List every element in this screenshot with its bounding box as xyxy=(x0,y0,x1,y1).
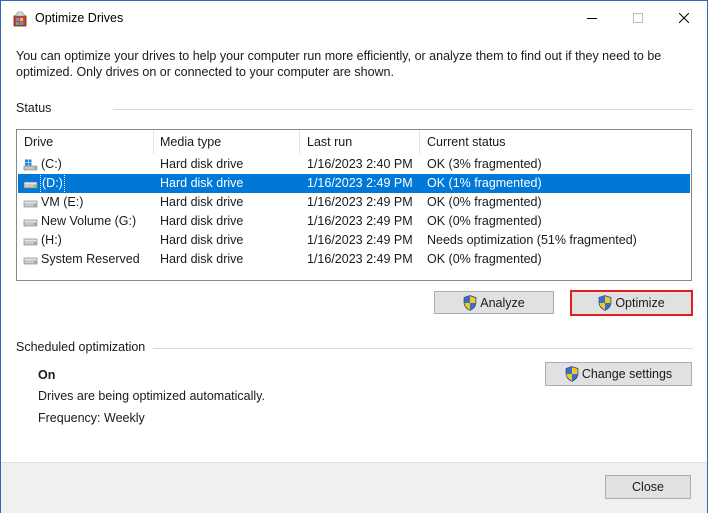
drive-cell: (D:) xyxy=(23,173,65,194)
uac-shield-icon xyxy=(565,366,579,382)
scheduled-divider xyxy=(153,348,693,349)
media-type-cell: Hard disk drive xyxy=(160,157,244,171)
drive-name: New Volume (G:) xyxy=(41,214,137,228)
change-settings-label: Change settings xyxy=(581,367,673,381)
maximize-icon xyxy=(633,13,643,23)
drive-name: System Reserved xyxy=(41,252,140,266)
column-header-drive[interactable]: Drive xyxy=(17,130,153,154)
dialog-footer: Close xyxy=(1,462,707,513)
minimize-icon xyxy=(587,18,597,19)
current-status-cell: OK (3% fragmented) xyxy=(427,157,542,171)
hard-drive-icon xyxy=(23,257,38,264)
hard-drive-icon xyxy=(23,219,38,226)
hard-drive-icon xyxy=(23,200,38,207)
current-status-cell: OK (0% fragmented) xyxy=(427,214,542,228)
drive-cell: (H:) xyxy=(23,231,62,250)
drive-row[interactable]: (H:) Hard disk drive 1/16/2023 2:49 PM Need… xyxy=(18,231,690,250)
drive-row[interactable]: (D:) Hard disk drive 1/16/2023 2:49 PM OK (… xyxy=(18,173,690,194)
minimize-button[interactable] xyxy=(569,1,615,35)
last-run-cell: 1/16/2023 2:49 PM xyxy=(307,233,413,247)
optimize-button-label: Optimize xyxy=(615,296,665,310)
intro-description: You can optimize your drives to help you… xyxy=(16,49,662,79)
schedule-description: Drives are being optimized automatically… xyxy=(38,389,265,403)
media-type-cell: Hard disk drive xyxy=(160,176,244,190)
drive-row[interactable]: (C:) Hard disk drive 1/16/2023 2:40 PM OK (… xyxy=(18,155,690,174)
column-header-media-type[interactable]: Media type xyxy=(153,130,299,154)
drive-row[interactable]: VM (E:) Hard disk drive 1/16/2023 2:49 PM O… xyxy=(18,193,690,212)
close-window-button[interactable] xyxy=(661,1,707,35)
change-settings-button[interactable]: Change settings xyxy=(545,362,692,386)
window-title: Optimize Drives xyxy=(35,11,124,25)
drive-row[interactable]: New Volume (G:) Hard disk drive 1/16/2023 … xyxy=(18,212,690,231)
close-icon xyxy=(679,13,689,23)
defrag-app-icon xyxy=(13,11,27,27)
drive-cell: VM (E:) xyxy=(23,193,83,212)
drive-list-header: Drive Media type Last run Current status xyxy=(17,130,691,154)
media-type-cell: Hard disk drive xyxy=(160,233,244,247)
media-type-cell: Hard disk drive xyxy=(160,252,244,266)
drive-name: (D:) xyxy=(40,173,65,194)
last-run-cell: 1/16/2023 2:40 PM xyxy=(307,157,413,171)
title-bar: Optimize Drives xyxy=(1,1,707,35)
main-content: You can optimize your drives to help you… xyxy=(1,35,707,462)
column-header-last-run[interactable]: Last run xyxy=(300,130,420,154)
schedule-state: On xyxy=(38,368,56,382)
drive-cell: System Reserved xyxy=(23,250,140,269)
last-run-cell: 1/16/2023 2:49 PM xyxy=(307,252,413,266)
column-header-current-status[interactable]: Current status xyxy=(420,130,691,154)
windows-drive-icon xyxy=(23,159,38,170)
last-run-cell: 1/16/2023 2:49 PM xyxy=(307,176,413,190)
current-status-cell: OK (1% fragmented) xyxy=(427,176,542,190)
drive-row[interactable]: System Reserved Hard disk drive 1/16/2023 … xyxy=(18,250,690,269)
drive-cell: (C:) xyxy=(23,155,62,174)
drive-name: (C:) xyxy=(41,157,62,171)
schedule-frequency: Frequency: Weekly xyxy=(38,411,145,425)
analyze-button-label: Analyze xyxy=(480,295,525,310)
drive-cell: New Volume (G:) xyxy=(23,212,136,231)
last-run-cell: 1/16/2023 2:49 PM xyxy=(307,214,413,228)
maximize-button[interactable] xyxy=(615,1,661,35)
media-type-cell: Hard disk drive xyxy=(160,214,244,228)
close-button-label: Close xyxy=(632,480,664,494)
status-divider xyxy=(113,109,693,110)
analyze-button[interactable]: Analyze xyxy=(434,291,554,314)
optimize-button[interactable]: Optimize xyxy=(570,290,693,316)
drive-name: (H:) xyxy=(41,233,62,247)
last-run-cell: 1/16/2023 2:49 PM xyxy=(307,195,413,209)
current-status-cell: OK (0% fragmented) xyxy=(427,252,542,266)
hard-drive-icon xyxy=(23,181,38,188)
drive-name: VM (E:) xyxy=(41,195,84,209)
close-button[interactable]: Close xyxy=(605,475,691,499)
media-type-cell: Hard disk drive xyxy=(160,195,244,209)
scheduled-optimization-heading: Scheduled optimization xyxy=(16,340,146,354)
hard-drive-icon xyxy=(23,238,38,245)
drive-list[interactable]: Drive Media type Last run Current status… xyxy=(16,129,692,281)
uac-shield-icon xyxy=(599,295,612,311)
current-status-cell: Needs optimization (51% fragmented) xyxy=(427,233,637,247)
optimize-drives-window: Optimize Drives You can optimize your dr… xyxy=(0,0,708,513)
current-status-cell: OK (0% fragmented) xyxy=(427,195,542,209)
status-heading: Status xyxy=(16,101,52,115)
uac-shield-icon xyxy=(463,294,477,311)
